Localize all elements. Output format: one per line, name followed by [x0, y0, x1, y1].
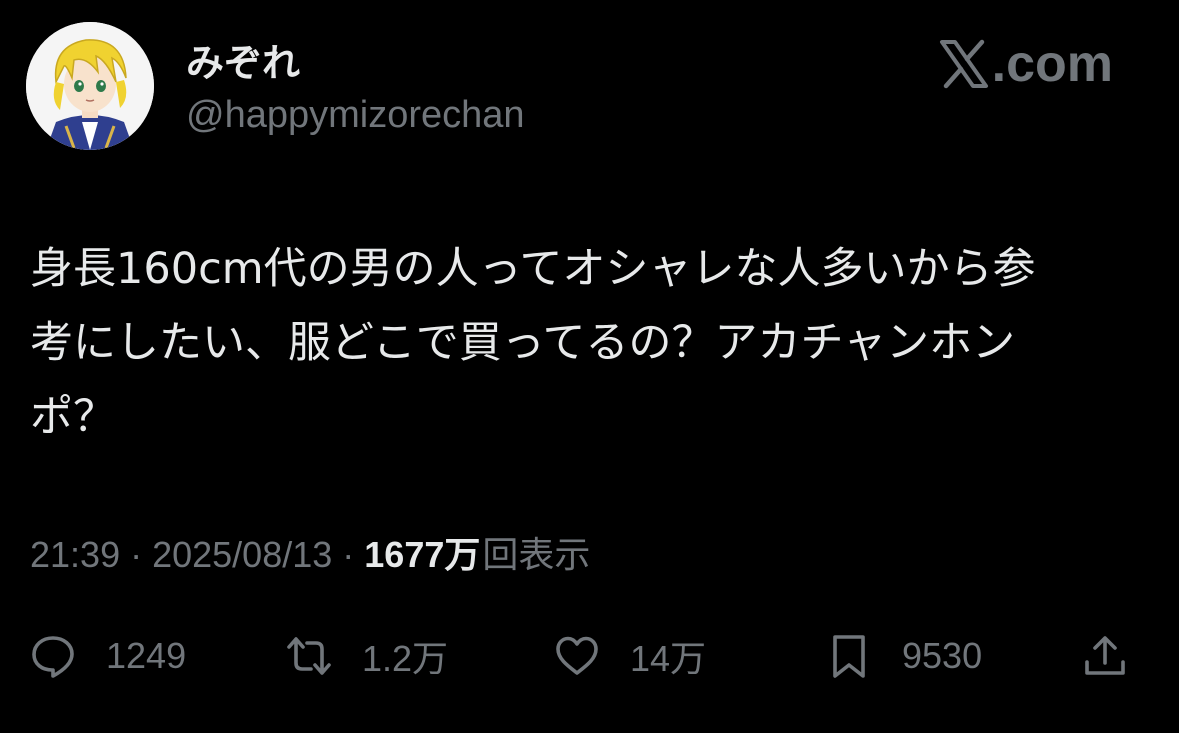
- meta-separator: ·: [130, 534, 143, 575]
- share-button[interactable]: [1082, 620, 1128, 692]
- bookmark-count: 9530: [902, 635, 983, 676]
- x-logo-icon: [939, 39, 988, 89]
- avatar[interactable]: [26, 22, 154, 150]
- action-bar: 1249 1.2万 14万 9530: [30, 620, 1150, 692]
- reply-icon: [32, 636, 74, 678]
- like-button[interactable]: 14万: [554, 620, 706, 692]
- heart-icon: [556, 636, 598, 675]
- retweet-count: 1.2万: [362, 638, 449, 679]
- meta-separator: ·: [342, 534, 355, 575]
- views-count: 1677万: [364, 534, 481, 575]
- bookmark-button[interactable]: 9530: [826, 620, 982, 692]
- like-count: 14万: [630, 638, 707, 679]
- share-icon: [1085, 636, 1125, 675]
- tweet-meta: 21:39 · 2025/08/13 · 1677万 回表示: [30, 530, 590, 580]
- avatar-image: [26, 22, 154, 150]
- tweet-date[interactable]: 2025/08/13: [152, 530, 332, 580]
- retweet-button[interactable]: 1.2万: [286, 620, 448, 692]
- brand-watermark: .com: [938, 34, 1113, 94]
- tweet-text: 身長160cm代の男の人ってオシャレな人多いから参 考にしたい、服どこで買ってる…: [30, 244, 1036, 442]
- reply-button[interactable]: 1249: [30, 620, 186, 692]
- views-label: 回表示: [482, 534, 591, 575]
- author-display-name[interactable]: みぞれ: [186, 40, 300, 86]
- retweet-icon: [287, 637, 331, 675]
- reply-count: 1249: [106, 635, 187, 676]
- author-handle[interactable]: @happymizorechan: [186, 92, 525, 138]
- tweet-time[interactable]: 21:39: [30, 530, 120, 580]
- brand-suffix: .com: [991, 35, 1113, 93]
- bookmark-icon: [833, 635, 865, 678]
